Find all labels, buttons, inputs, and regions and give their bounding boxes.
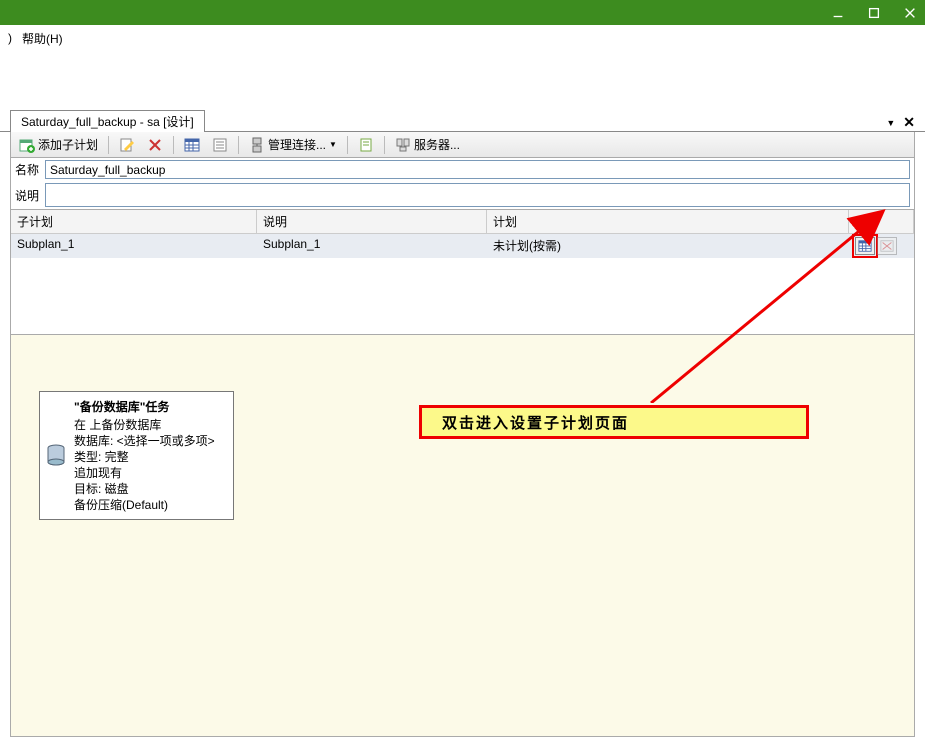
dropdown-icon: ▼ bbox=[329, 140, 337, 149]
menu-help[interactable]: 帮助(H) bbox=[22, 30, 63, 47]
schedule-remove-button bbox=[877, 237, 897, 255]
cell-description: Subplan_1 bbox=[257, 234, 487, 258]
name-input[interactable] bbox=[45, 160, 910, 179]
grid-icon bbox=[184, 137, 200, 153]
task-line: 追加现有 bbox=[48, 465, 225, 481]
add-subplan-button[interactable]: 添加子计划 bbox=[15, 134, 102, 155]
column-subplan[interactable]: 子计划 bbox=[11, 210, 257, 233]
cell-actions bbox=[849, 234, 914, 258]
grid-header: 子计划 说明 计划 bbox=[11, 210, 914, 234]
callout-text: 双击进入设置子计划页面 bbox=[442, 412, 629, 433]
edit-button[interactable] bbox=[115, 135, 139, 155]
calendar-remove-icon bbox=[880, 239, 894, 253]
close-button[interactable] bbox=[903, 6, 917, 20]
column-plan[interactable]: 计划 bbox=[487, 210, 849, 233]
subplan-grid: 子计划 说明 计划 Subplan_1 Subplan_1 未计划(按需) bbox=[10, 210, 915, 335]
database-backup-icon bbox=[46, 444, 66, 468]
log-button[interactable] bbox=[354, 135, 378, 155]
toolbar-separator bbox=[384, 136, 385, 154]
schedule-button[interactable] bbox=[855, 237, 875, 255]
description-input[interactable] bbox=[45, 183, 910, 207]
edit-icon bbox=[119, 137, 135, 153]
servers-button[interactable]: 服务器... bbox=[391, 134, 464, 155]
grid-empty-area bbox=[11, 258, 914, 334]
maximize-button[interactable] bbox=[867, 6, 881, 20]
delete-icon bbox=[147, 137, 163, 153]
toolbar-separator bbox=[347, 136, 348, 154]
grid-row[interactable]: Subplan_1 Subplan_1 未计划(按需) bbox=[11, 234, 914, 258]
connection-icon bbox=[249, 137, 265, 153]
calendar-add-icon bbox=[19, 137, 35, 153]
column-description[interactable]: 说明 bbox=[257, 210, 487, 233]
tab-close-icon[interactable]: ✕ bbox=[903, 114, 915, 131]
toolbar-separator bbox=[173, 136, 174, 154]
list-icon bbox=[212, 137, 228, 153]
manage-connections-label: 管理连接... bbox=[268, 136, 326, 153]
menubar: ) 帮助(H) bbox=[0, 25, 925, 51]
manage-connections-button[interactable]: 管理连接... ▼ bbox=[245, 134, 341, 155]
tab-design[interactable]: Saturday_full_backup - sa [设计] bbox=[10, 110, 205, 132]
log-icon bbox=[358, 137, 374, 153]
description-row: 说明 bbox=[11, 181, 914, 209]
design-canvas[interactable]: "备份数据库"任务 在 上备份数据库 数据库: <选择一项或多项> 类型: 完整… bbox=[10, 335, 915, 737]
form-area: 名称 说明 bbox=[10, 158, 915, 210]
minimize-button[interactable] bbox=[831, 6, 845, 20]
list-button[interactable] bbox=[208, 135, 232, 155]
tab-bar: Saturday_full_backup - sa [设计] ▼ ✕ bbox=[0, 109, 925, 132]
cell-subplan: Subplan_1 bbox=[11, 234, 257, 258]
grid-button[interactable] bbox=[180, 135, 204, 155]
name-row: 名称 bbox=[11, 158, 914, 181]
calendar-icon bbox=[858, 239, 872, 253]
backup-task-box[interactable]: "备份数据库"任务 在 上备份数据库 数据库: <选择一项或多项> 类型: 完整… bbox=[39, 391, 234, 520]
task-line: 备份压缩(Default) bbox=[48, 497, 225, 513]
task-line: 类型: 完整 bbox=[48, 449, 225, 465]
annotation-callout: 双击进入设置子计划页面 bbox=[419, 405, 809, 439]
task-title: "备份数据库"任务 bbox=[48, 398, 225, 415]
add-subplan-label: 添加子计划 bbox=[38, 136, 98, 153]
servers-label: 服务器... bbox=[414, 136, 460, 153]
description-label: 说明 bbox=[15, 187, 45, 204]
task-line: 在 上备份数据库 bbox=[48, 417, 225, 433]
toolbar: 添加子计划 管理连接... ▼ 服务器... bbox=[10, 132, 915, 158]
toolbar-separator bbox=[108, 136, 109, 154]
task-line: 目标: 磁盘 bbox=[48, 481, 225, 497]
cell-plan: 未计划(按需) bbox=[487, 234, 849, 258]
window-titlebar bbox=[0, 0, 925, 25]
menu-paren: ) bbox=[8, 31, 12, 45]
tab-dropdown-icon[interactable]: ▼ bbox=[886, 118, 895, 128]
delete-button[interactable] bbox=[143, 135, 167, 155]
task-line: 数据库: <选择一项或多项> bbox=[48, 433, 225, 449]
tab-controls: ▼ ✕ bbox=[886, 114, 925, 131]
servers-icon bbox=[395, 137, 411, 153]
toolbar-separator bbox=[238, 136, 239, 154]
name-label: 名称 bbox=[15, 161, 45, 178]
column-actions bbox=[849, 210, 914, 233]
